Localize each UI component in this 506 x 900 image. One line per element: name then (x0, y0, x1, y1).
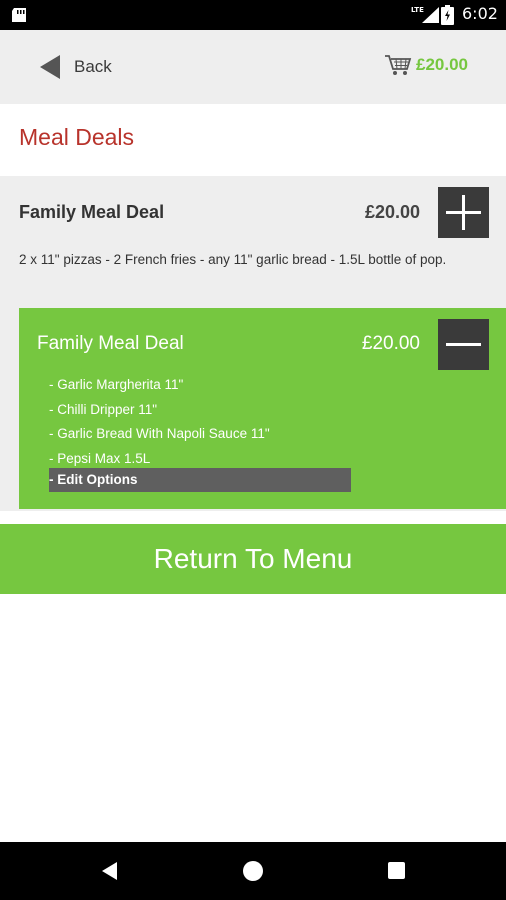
sd-card-icon (12, 8, 26, 22)
app-header: Back £20.00 (0, 30, 506, 104)
clock: 6:02 (462, 4, 498, 23)
navigation-bar (0, 842, 506, 900)
deal-price: £20.00 (364, 202, 420, 222)
edit-options-button[interactable]: - Edit Options (49, 468, 351, 492)
selected-deal-name: Family Meal Deal (37, 333, 184, 354)
signal-icon (422, 7, 439, 23)
back-button[interactable]: Back (38, 52, 112, 82)
back-label: Back (74, 57, 112, 76)
back-arrow-icon (40, 55, 60, 79)
remove-deal-button[interactable] (438, 319, 489, 370)
return-to-menu-button[interactable]: Return To Menu (0, 524, 506, 594)
list-item: - Garlic Bread With Napoli Sauce 11" (49, 426, 270, 441)
selected-deal-panel: Family Meal Deal £20.00 - Garlic Margher… (19, 308, 506, 509)
minus-icon (446, 343, 481, 346)
selected-deal-price: £20.00 (361, 333, 420, 354)
list-item: - Garlic Margherita 11" (49, 377, 184, 392)
status-bar: LTE 6:02 (0, 0, 506, 30)
deal-name: Family Meal Deal (19, 202, 165, 222)
page-title: Meal Deals (19, 124, 135, 150)
add-deal-button[interactable] (438, 187, 489, 238)
nav-recents-icon[interactable] (388, 862, 405, 879)
deal-card: Family Meal Deal £20.00 2 x 11" pizzas -… (0, 176, 506, 511)
deal-description: 2 x 11" pizzas - 2 French fries - any 11… (19, 252, 447, 267)
title-row: Meal Deals (0, 104, 506, 176)
nav-home-icon[interactable] (243, 861, 263, 881)
cart-button[interactable]: £20.00 (384, 53, 468, 77)
nav-back-icon[interactable] (100, 861, 120, 881)
cart-total: £20.00 (416, 55, 468, 74)
battery-icon (441, 5, 454, 25)
cart-icon (385, 55, 412, 75)
list-item: - Chilli Dripper 11" (49, 401, 158, 417)
selected-items-list: - Garlic Margherita 11" - Chilli Dripper… (49, 373, 270, 471)
